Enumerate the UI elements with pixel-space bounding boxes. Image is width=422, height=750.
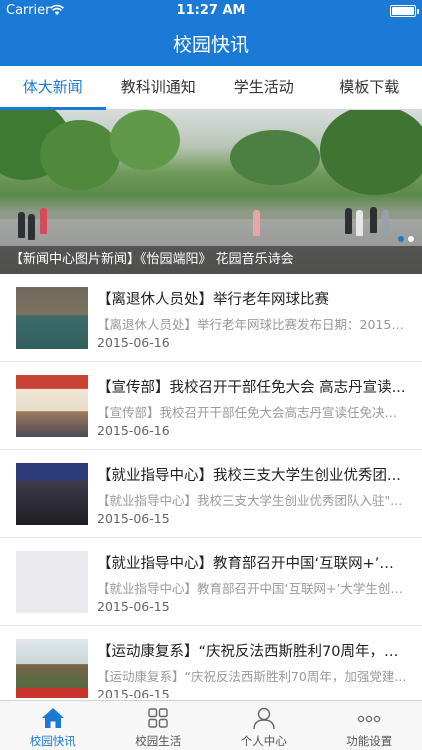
tab-sports-news[interactable]: 体大新闻	[0, 66, 106, 110]
status-time: 11:27 AM	[176, 3, 246, 18]
news-title: 【运动康复系】“庆祝反法西斯胜利70周年，加...	[97, 644, 407, 660]
grid-icon	[148, 708, 168, 728]
page-dot[interactable]	[408, 236, 414, 242]
banner-caption: 【新闻中心图片新闻】《怡园端阳》 花园音乐诗会	[0, 246, 422, 274]
news-summary: 【就业指导中心】我校三支大学生创业优秀团队入驻"...	[97, 493, 403, 508]
news-summary: 【宣传部】我校召开干部任免大会高志丹宣读任免决定...	[97, 405, 407, 420]
news-thumbnail-placeholder	[16, 551, 88, 613]
news-title: 【就业指导中心】我校三支大学生创业优秀团...	[97, 468, 401, 484]
tabbar-label: 校园快讯	[29, 734, 76, 748]
news-summary: 【运动康复系】“庆祝反法西斯胜利70周年，加强党建...	[97, 669, 407, 684]
tabbar-item-personal-center[interactable]: 个人中心	[211, 701, 317, 750]
news-summary: 【就业指导中心】教育部召开中国‘互联网+’大学生创新...	[97, 581, 407, 596]
tabbar-item-campus-life[interactable]: 校园生活	[106, 701, 212, 750]
banner-carousel[interactable]: 【新闻中心图片新闻】《怡园端阳》 花园音乐诗会	[0, 110, 422, 274]
carousel-page-indicator[interactable]	[398, 236, 414, 242]
news-item[interactable]: 【宣传部】我校召开干部任免大会 高志丹宣读... 【宣传部】我校召开干部任免大会…	[0, 362, 422, 450]
news-date: 2015-06-15	[97, 599, 170, 614]
tab-student-activities[interactable]: 学生活动	[211, 66, 317, 109]
news-item[interactable]: 【就业指导中心】我校三支大学生创业优秀团... 【就业指导中心】我校三支大学生创…	[0, 450, 422, 538]
news-thumbnail	[16, 639, 88, 698]
news-summary: 【离退休人员处】举行老年网球比赛发布日期：2015-0...	[97, 317, 407, 332]
news-date: 2015-06-16	[97, 335, 170, 350]
news-title: 【就业指导中心】教育部召开中国‘互联网+’大...	[97, 556, 407, 572]
more-icon	[358, 715, 381, 723]
news-thumbnail	[16, 463, 88, 525]
bottom-tab-bar: 校园快讯 校园生活 个人中心 功能设置	[0, 700, 422, 750]
news-date: 2015-06-16	[97, 423, 170, 438]
tab-template-download[interactable]: 模板下载	[317, 66, 422, 109]
news-thumbnail	[16, 375, 88, 437]
news-title: 【离退休人员处】举行老年网球比赛	[97, 292, 329, 308]
navigation-bar: Carrier 11:27 AM 校园快讯	[0, 0, 422, 66]
home-icon	[41, 708, 64, 728]
tabbar-label: 个人中心	[240, 734, 287, 748]
tabbar-label: 功能设置	[346, 734, 393, 748]
news-date: 2015-06-15	[97, 687, 170, 698]
news-item[interactable]: 【运动康复系】“庆祝反法西斯胜利70周年，加... 【运动康复系】“庆祝反法西斯…	[0, 626, 422, 698]
status-bar: Carrier 11:27 AM	[0, 0, 422, 22]
news-list: 【离退休人员处】举行老年网球比赛 【离退休人员处】举行老年网球比赛发布日期：20…	[0, 274, 422, 698]
category-tabs: 体大新闻 教科训通知 学生活动 模板下载	[0, 66, 422, 110]
tabbar-label: 校园生活	[135, 734, 182, 748]
person-icon	[253, 707, 275, 730]
news-item[interactable]: 【离退休人员处】举行老年网球比赛 【离退休人员处】举行老年网球比赛发布日期：20…	[0, 274, 422, 362]
news-date: 2015-06-15	[97, 511, 170, 526]
news-title: 【宣传部】我校召开干部任免大会 高志丹宣读...	[97, 380, 406, 396]
news-item[interactable]: 【就业指导中心】教育部召开中国‘互联网+’大... 【就业指导中心】教育部召开中…	[0, 538, 422, 626]
page-title: 校园快讯	[172, 34, 249, 56]
news-thumbnail	[16, 287, 88, 349]
page-dot-active[interactable]	[398, 236, 404, 242]
battery-icon	[390, 5, 419, 17]
tabbar-item-settings[interactable]: 功能设置	[317, 701, 422, 750]
tabbar-item-campus-news[interactable]: 校园快讯	[0, 701, 106, 750]
tab-teaching-notices[interactable]: 教科训通知	[106, 66, 212, 109]
